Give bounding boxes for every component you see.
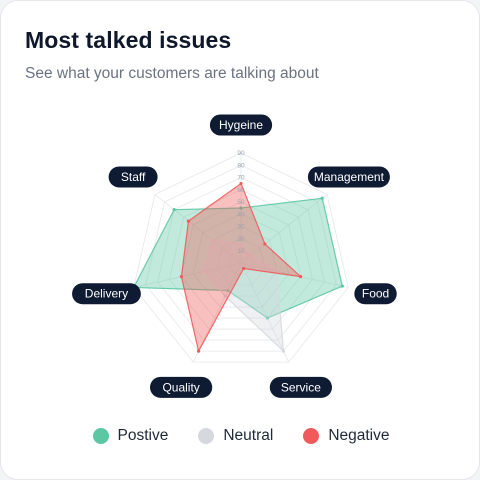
- chart-card: Most talked issues See what your custome…: [0, 0, 480, 480]
- axis-label-food[interactable]: Food: [354, 283, 397, 305]
- series-point-negative-4: [196, 349, 201, 353]
- series-point-negative-3: [242, 266, 246, 271]
- axis-label-text-food: Food: [362, 287, 389, 301]
- radar-series: [132, 181, 344, 353]
- legend-swatch-negative: [303, 428, 320, 444]
- series-point-neutral-3: [281, 349, 286, 353]
- axis-label-text-hygeine: Hygeine: [219, 118, 263, 132]
- legend-swatch-neutral: [198, 428, 215, 444]
- series-point-negative-6: [186, 219, 191, 223]
- tick-label-10: 10: [237, 248, 245, 255]
- axis-label-service[interactable]: Service: [269, 376, 332, 398]
- axis-label-hygeine[interactable]: Hygeine: [209, 114, 273, 136]
- tick-label-50: 50: [237, 199, 245, 206]
- tick-label-80: 80: [237, 162, 245, 169]
- series-point-negative-1: [263, 242, 267, 246]
- axis-label-text-staff: Staff: [121, 170, 146, 184]
- axis-label-management[interactable]: Management: [307, 166, 390, 188]
- legend-label-neutral: Neutral: [223, 427, 274, 444]
- legend-label-positive: Postive: [117, 427, 169, 444]
- axis-label-text-service: Service: [281, 380, 321, 394]
- axis-label-text-management: Management: [314, 170, 385, 184]
- legend: Postive Neutral Negative: [1, 427, 479, 445]
- tick-label-70: 70: [237, 175, 245, 182]
- legend-item-negative[interactable]: Negative: [303, 427, 390, 445]
- tick-label-30: 30: [237, 224, 245, 231]
- legend-label-negative: Negative: [328, 427, 390, 444]
- radar-chart: 10 20 30 40 50 60 70 80 90 Hygeine Management Food…: [72, 114, 397, 398]
- axis-label-text-delivery: Delivery: [85, 287, 128, 301]
- axis-label-staff[interactable]: Staff: [108, 166, 158, 188]
- legend-item-neutral[interactable]: Neutral: [198, 427, 273, 445]
- series-point-postive-2: [340, 284, 344, 288]
- series-point-postive-1: [320, 196, 324, 200]
- series-point-negative-2: [298, 274, 303, 279]
- radar-ticks: 10 20 30 40 50 60 70 80 90: [237, 150, 245, 255]
- axis-label-quality[interactable]: Quality: [150, 376, 213, 398]
- tick-label-20: 20: [237, 236, 245, 243]
- axis-label-text-quality: Quality: [162, 380, 199, 394]
- legend-item-positive[interactable]: Postive: [92, 427, 169, 445]
- tick-label-60: 60: [237, 187, 245, 194]
- series-point-negative-0: [239, 181, 243, 186]
- series-point-negative-5: [179, 274, 184, 279]
- legend-swatch-positive: [92, 428, 109, 444]
- series-point-postive-6: [172, 208, 176, 212]
- tick-label-90: 90: [237, 150, 245, 157]
- axis-label-delivery[interactable]: Delivery: [72, 283, 141, 305]
- tick-label-40: 40: [237, 211, 245, 218]
